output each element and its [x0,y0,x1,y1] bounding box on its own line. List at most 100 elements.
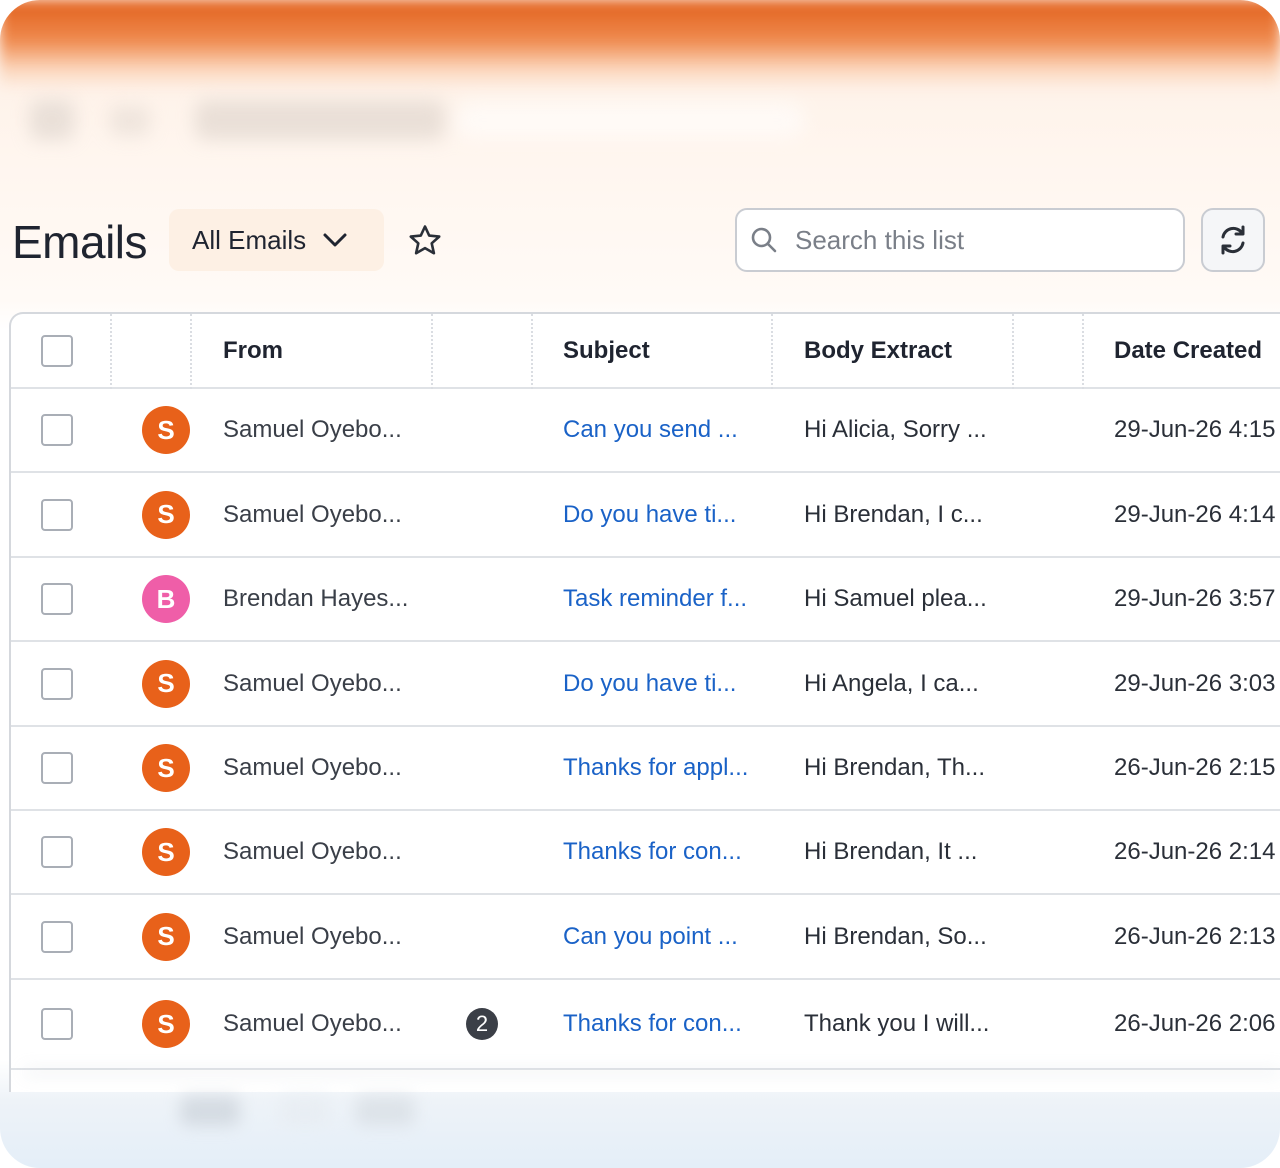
from-cell: Samuel Oyebo... [223,895,402,978]
column-divider [531,314,533,389]
table-row[interactable]: S Samuel Oyebo... Thanks for con... Hi B… [11,811,1280,895]
sender-name: Samuel Oyebo... [223,500,402,528]
avatar-cell: S [142,727,190,809]
avatar-cell: S [142,811,190,893]
star-icon [409,225,441,255]
date-created-text: 26-Jun-26 2:13 [1114,922,1276,950]
search-icon [751,227,777,253]
search-input[interactable] [795,224,1175,256]
sender-name: Samuel Oyebo... [223,1010,402,1037]
table-row[interactable]: S Samuel Oyebo... 2 Thanks for con... Th… [11,980,1280,1070]
subject-link[interactable]: Task reminder f... [563,585,747,613]
app-frame: Emails All Emails Search this list From … [0,0,1280,1168]
from-cell: Samuel Oyebo... [223,811,402,893]
date-created-text: 29-Jun-26 4:14 [1114,500,1276,528]
table-row[interactable]: B Brendan Hayes... Task reminder f... Hi… [11,558,1280,642]
body-extract-cell: Hi Samuel plea... [804,558,987,640]
row-select-cell [41,980,73,1068]
table-row[interactable]: S Samuel Oyebo... Thanks for appl... Hi … [11,727,1280,811]
avatar-cell: S [142,473,190,556]
table-row[interactable]: S Samuel Oyebo... Can you send ... Hi Al… [11,389,1280,473]
row-checkbox[interactable] [41,920,73,953]
subject-cell: Can you point ... [563,895,738,978]
avatar: S [142,1000,190,1048]
favorite-button[interactable] [402,218,448,264]
column-divider [110,314,112,389]
body-extract-cell: Hi Brendan, It ... [804,811,977,893]
date-created-text: 29-Jun-26 3:57 [1114,585,1276,612]
row-checkbox[interactable] [41,414,73,446]
blurred-top-bar [0,0,1280,90]
subject-link[interactable]: Can you point ... [563,923,738,951]
from-cell: Samuel Oyebo... [223,642,402,725]
row-checkbox[interactable] [41,667,73,700]
column-divider [1012,314,1014,389]
date-created-text: 29-Jun-26 4:15 [1114,416,1276,443]
from-cell: Samuel Oyebo... [223,389,402,471]
refresh-button[interactable] [1201,208,1265,272]
row-select-cell [41,473,73,556]
subject-link[interactable]: Can you send ... [563,416,738,444]
column-header-subject[interactable]: Subject [563,314,650,387]
column-header-from[interactable]: From [223,314,283,387]
date-created-cell: 26-Jun-26 2:14 [1114,811,1275,893]
row-select-cell [41,642,73,725]
avatar-cell: S [142,895,190,978]
row-select-cell [41,389,73,471]
sender-name: Samuel Oyebo... [223,669,402,697]
avatar: B [142,575,190,623]
body-extract-text: Hi Samuel plea... [804,585,987,612]
row-select-cell [41,811,73,893]
table-header-row: From Subject Body Extract Date Created [11,314,1280,389]
body-extract-text: Hi Brendan, It ... [804,838,978,865]
sender-name: Samuel Oyebo... [223,754,402,781]
sender-name: Samuel Oyebo... [223,838,402,865]
column-divider [1082,314,1084,389]
row-checkbox[interactable] [41,583,73,615]
subject-link[interactable]: Thanks for appl... [563,754,748,782]
body-extract-cell: Thank you I will... [804,980,989,1068]
column-header-date-created[interactable]: Date Created [1114,314,1262,387]
page-title: Emails [12,216,148,268]
body-extract-cell: Hi Brendan, Th... [804,727,985,809]
subject-cell: Thanks for appl... [563,727,748,809]
table-row[interactable]: S Samuel Oyebo... Do you have ti... Hi A… [11,642,1280,727]
subject-link[interactable]: Thanks for con... [563,838,742,866]
date-created-text: 26-Jun-26 2:15 [1114,754,1276,781]
sender-name: Brendan Hayes... [223,585,409,612]
body-extract-text: Thank you I will... [804,1010,990,1037]
row-select-cell [41,895,73,978]
date-created-cell: 26-Jun-26 2:06 [1114,980,1275,1068]
subject-cell: Can you send ... [563,389,738,471]
column-header-body-extract[interactable]: Body Extract [804,314,952,387]
list-view-label: All Emails [192,224,307,255]
sender-name: Samuel Oyebo... [223,922,402,950]
avatar: S [142,828,190,876]
avatar-cell: B [142,558,190,640]
row-checkbox[interactable] [41,1008,73,1040]
avatar: S [142,659,190,708]
list-view-selector[interactable]: All Emails [169,209,384,271]
column-divider [431,314,433,389]
subject-link[interactable]: Do you have ti... [563,501,736,529]
subject-link[interactable]: Do you have ti... [563,670,736,698]
blurred-footer-block [280,1096,330,1126]
blurred-footer-block [355,1096,415,1126]
avatar-cell: S [142,642,190,725]
table-row[interactable]: S Samuel Oyebo... Do you have ti... Hi B… [11,473,1280,558]
subject-link[interactable]: Thanks for con... [563,1010,742,1038]
blurred-footer [0,1064,1280,1168]
sender-name: Samuel Oyebo... [223,416,402,443]
avatar: S [142,744,190,792]
table-row[interactable]: S Samuel Oyebo... Can you point ... Hi B… [11,895,1280,980]
select-all-checkbox[interactable] [41,334,73,367]
row-checkbox[interactable] [41,752,73,784]
row-checkbox[interactable] [41,498,73,531]
subject-cell: Thanks for con... [563,811,742,893]
column-divider [190,314,192,389]
date-created-cell: 29-Jun-26 4:14 [1114,473,1275,556]
date-created-cell: 26-Jun-26 2:15 [1114,727,1275,809]
blurred-nav-block [195,100,445,140]
search-box[interactable] [735,208,1185,272]
row-checkbox[interactable] [41,836,73,868]
